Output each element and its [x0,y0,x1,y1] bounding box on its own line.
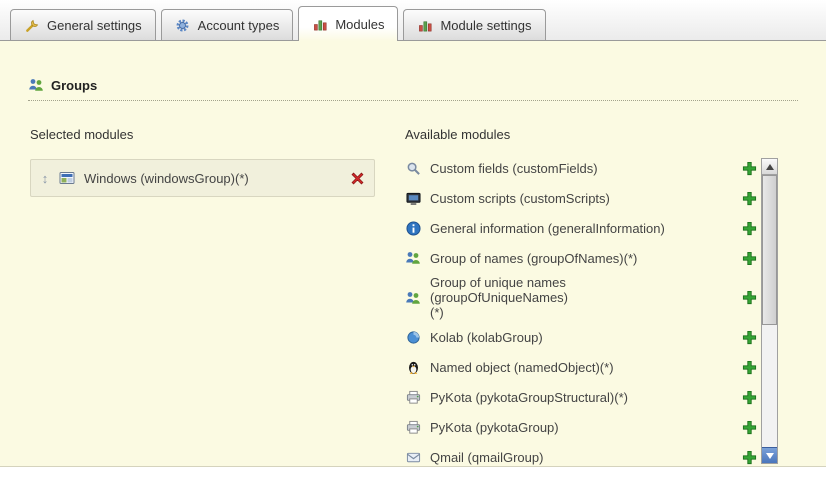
tab-modules[interactable]: Modules [298,6,398,41]
selected-modules-list: ↕ Windows (windowsGroup)(*) [30,159,375,197]
group-icon [405,290,421,306]
available-module-row: Custom fields (customFields) [405,153,757,183]
add-module-button[interactable] [741,449,757,465]
info-icon [405,220,421,236]
available-module-label: Custom fields (customFields) [430,159,732,178]
arrow-down-icon [766,453,774,459]
available-module-row: PyKota (pykotaGroup) [405,412,757,442]
add-module-button[interactable] [741,190,757,206]
plus-icon [741,290,757,306]
available-module-label: General information (generalInformation) [430,219,732,238]
available-module-row: Qmail (qmailGroup) [405,442,757,472]
arrow-up-icon [766,164,774,170]
group-icon [405,250,421,266]
tab-module-settings[interactable]: Module settings [403,9,545,40]
available-module-label: Custom scripts (customScripts) [430,189,732,208]
remove-module-button[interactable] [349,170,365,186]
windows-module-icon [59,170,75,186]
add-module-button[interactable] [741,220,757,236]
wrench-icon [24,17,40,33]
available-modules-list: Custom fields (customFields) Custom scri… [405,153,757,472]
available-modules-column: Available modules Custom fields (customF… [405,127,757,472]
plus-icon [741,389,757,405]
plus-icon [741,190,757,206]
add-module-button[interactable] [741,250,757,266]
section-heading: Groups [28,77,798,101]
magnifier-icon [405,160,421,176]
available-module-row: Group of names (groupOfNames)(*) [405,243,757,273]
tab-general-settings[interactable]: General settings [10,9,156,40]
delete-icon [349,170,365,186]
available-module-label: Qmail (qmailGroup) [430,448,732,467]
printer-icon [405,389,421,405]
penguin-icon [405,359,421,375]
tab-bar: General settings Account types Modules M… [0,0,826,41]
add-module-button[interactable] [741,419,757,435]
groups-icon [28,77,44,93]
section-title: Groups [51,78,97,93]
plus-icon [741,359,757,375]
add-module-button[interactable] [741,389,757,405]
tab-label: Modules [335,17,384,32]
drag-handle-icon[interactable]: ↕ [40,171,50,186]
kolab-icon [405,329,421,345]
tab-account-types[interactable]: Account types [161,9,294,40]
screen-icon [405,190,421,206]
scrollbar-thumb[interactable] [762,175,777,325]
selected-module-label: Windows (windowsGroup)(*) [84,171,340,186]
scroll-down-button[interactable] [762,447,777,463]
tab-label: Account types [198,18,280,33]
gear-icon [175,17,191,33]
plus-icon [741,329,757,345]
selected-modules-heading: Selected modules [30,127,375,143]
printer-icon [405,419,421,435]
available-module-row: General information (generalInformation) [405,213,757,243]
tab-label: Module settings [440,18,531,33]
modules-chart-icon [417,17,433,33]
available-module-label: PyKota (pykotaGroupStructural)(*) [430,388,732,407]
available-module-row: PyKota (pykotaGroupStructural)(*) [405,382,757,412]
available-module-label: Kolab (kolabGroup) [430,328,732,347]
mail-icon [405,449,421,465]
content-area: Groups Selected modules ↕ Windows (windo… [0,41,826,467]
add-module-button[interactable] [741,329,757,345]
available-module-row: Kolab (kolabGroup) [405,322,757,352]
available-modules-heading: Available modules [405,127,757,143]
available-module-label: Group of unique names (groupOfUniqueName… [430,273,577,322]
available-module-label: Named object (namedObject)(*) [430,358,732,377]
add-module-button[interactable] [741,359,757,375]
tab-label: General settings [47,18,142,33]
plus-icon [741,220,757,236]
selected-modules-column: Selected modules ↕ Windows (windowsGroup… [30,127,375,197]
modules-chart-icon [312,16,328,32]
plus-icon [741,160,757,176]
scrollbar[interactable] [761,158,778,464]
add-module-button[interactable] [741,290,757,306]
available-module-label: PyKota (pykotaGroup) [430,418,732,437]
scrollbar-track[interactable] [762,175,777,447]
available-module-row: Group of unique names (groupOfUniqueName… [405,273,757,322]
scroll-up-button[interactable] [762,159,777,175]
plus-icon [741,419,757,435]
add-module-button[interactable] [741,160,757,176]
plus-icon [741,449,757,465]
plus-icon [741,250,757,266]
available-module-row: Custom scripts (customScripts) [405,183,757,213]
available-module-label: Group of names (groupOfNames)(*) [430,249,732,268]
available-module-row: Named object (namedObject)(*) [405,352,757,382]
